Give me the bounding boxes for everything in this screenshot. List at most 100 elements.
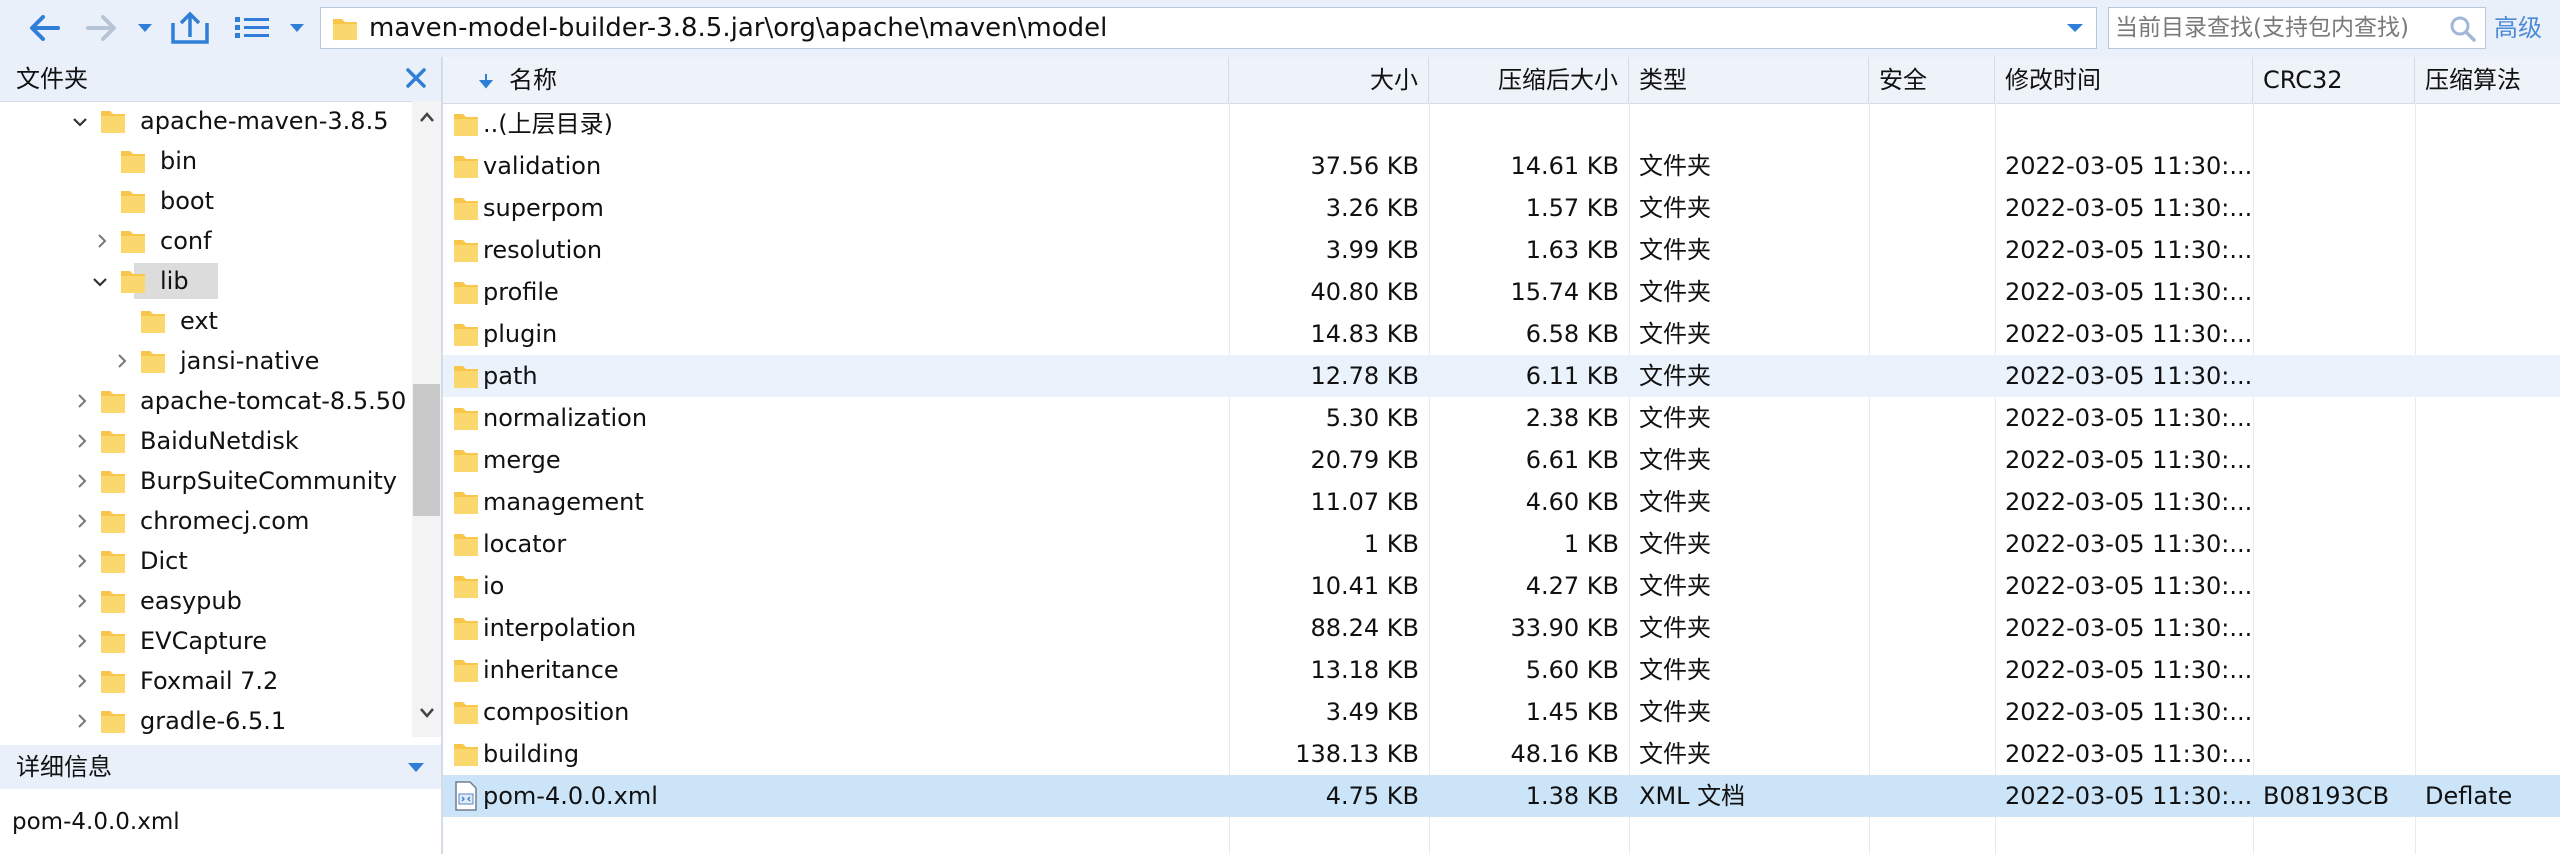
file-name-cell: superpom bbox=[443, 187, 1229, 229]
advanced-search-link[interactable]: 高级 bbox=[2494, 0, 2542, 57]
chevron-right-icon[interactable] bbox=[76, 553, 88, 573]
tree-item[interactable]: bin bbox=[0, 141, 412, 181]
tree-item[interactable]: boot bbox=[0, 181, 412, 221]
file-name-cell: interpolation bbox=[443, 607, 1229, 649]
file-row[interactable]: resolution 3.99 KB 1.63 KB 文件夹 2022-03-05 11… bbox=[443, 229, 2560, 271]
file-type: 文件夹 bbox=[1639, 488, 1711, 516]
file-name-cell: normalization bbox=[443, 397, 1229, 439]
file-row[interactable]: composition 3.49 KB 1.45 KB 文件夹 2022-03-05 1… bbox=[443, 691, 2560, 733]
file-row[interactable]: path 12.78 KB 6.11 KB 文件夹 2022-03-05 11:30:.… bbox=[443, 355, 2560, 397]
file-name: ..(上层目录) bbox=[483, 110, 613, 138]
tree-item[interactable]: conf bbox=[0, 221, 412, 261]
file-row[interactable]: merge 20.79 KB 6.61 KB 文件夹 2022-03-05 11:30:… bbox=[443, 439, 2560, 481]
chevron-right-icon[interactable] bbox=[76, 513, 88, 533]
tree-item-label: BaiduNetdisk bbox=[140, 427, 299, 455]
column-size[interactable]: 大小 bbox=[1229, 57, 1429, 103]
folder-icon bbox=[120, 227, 146, 259]
caret-down-icon[interactable] bbox=[407, 759, 425, 778]
tree-item[interactable]: gradle-6.5.1 bbox=[0, 701, 412, 737]
file-row[interactable]: validation 37.56 KB 14.61 KB 文件夹 2022-03-05 … bbox=[443, 145, 2560, 187]
file-row[interactable]: io 10.41 KB 4.27 KB 文件夹 2022-03-05 11:30:... bbox=[443, 565, 2560, 607]
column-method[interactable]: 压缩算法 bbox=[2415, 57, 2560, 103]
file-row[interactable]: interpolation 88.24 KB 33.90 KB 文件夹 2022-03-… bbox=[443, 607, 2560, 649]
tree-item[interactable]: easypub bbox=[0, 581, 412, 621]
address-bar[interactable]: maven-model-builder-3.8.5.jar\org\apache… bbox=[320, 7, 2097, 49]
close-icon[interactable] bbox=[403, 65, 429, 95]
search-input[interactable]: 当前目录查找(支持包内查找) bbox=[2115, 8, 2409, 48]
scrollbar-thumb[interactable] bbox=[413, 384, 440, 516]
chevron-down-icon[interactable] bbox=[92, 273, 108, 292]
file-size: 40.80 KB bbox=[1310, 278, 1419, 306]
detail-panel-header[interactable]: 详细信息 bbox=[0, 745, 441, 789]
chevron-right-icon[interactable] bbox=[76, 713, 88, 733]
tree-item[interactable]: chromecj.com bbox=[0, 501, 412, 541]
tree-item[interactable]: jansi-native bbox=[0, 341, 412, 381]
folder-panel-title: 文件夹 bbox=[16, 65, 88, 93]
file-row[interactable]: ..(上层目录) bbox=[443, 103, 2560, 145]
chevron-right-icon[interactable] bbox=[76, 473, 88, 493]
chevron-right-icon[interactable] bbox=[76, 593, 88, 613]
column-packed-size[interactable]: 压缩后大小 bbox=[1429, 57, 1629, 103]
back-button[interactable] bbox=[24, 8, 64, 48]
file-row[interactable]: pom-4.0.0.xml 4.75 KB 1.38 KB XML 文档 2022-03… bbox=[443, 775, 2560, 817]
folder-icon bbox=[100, 507, 126, 539]
tree-item[interactable]: Dict bbox=[0, 541, 412, 581]
column-modified[interactable]: 修改时间 bbox=[1995, 57, 2253, 103]
tree-item[interactable]: lib bbox=[0, 261, 412, 301]
upload-folder-icon bbox=[171, 11, 209, 44]
sort-down-icon bbox=[479, 74, 493, 89]
file-modified: 2022-03-05 11:30:... bbox=[2005, 194, 2253, 222]
file-type: 文件夹 bbox=[1639, 656, 1711, 684]
file-modified: 2022-03-05 11:30:... bbox=[2005, 530, 2253, 558]
tree-scrollbar[interactable] bbox=[412, 101, 441, 737]
up-level-button[interactable] bbox=[168, 8, 212, 48]
file-row[interactable]: locator 1 KB 1 KB 文件夹 2022-03-05 11:30:... bbox=[443, 523, 2560, 565]
chevron-right-icon[interactable] bbox=[76, 393, 88, 413]
search-box[interactable]: 当前目录查找(支持包内查找) bbox=[2108, 7, 2486, 49]
file-row[interactable]: normalization 5.30 KB 2.38 KB 文件夹 2022-03-05… bbox=[443, 397, 2560, 439]
file-size: 3.26 KB bbox=[1325, 194, 1419, 222]
column-name[interactable]: 名称 bbox=[443, 57, 1229, 103]
file-row[interactable]: plugin 14.83 KB 6.58 KB 文件夹 2022-03-05 11:30… bbox=[443, 313, 2560, 355]
column-crc32[interactable]: CRC32 bbox=[2253, 57, 2415, 103]
folder-icon bbox=[453, 109, 479, 145]
view-mode-button[interactable] bbox=[232, 8, 272, 48]
tree-item[interactable]: EVCapture bbox=[0, 621, 412, 661]
tree-item[interactable]: ext bbox=[0, 301, 412, 341]
file-row[interactable]: management 11.07 KB 4.60 KB 文件夹 2022-03-05 1… bbox=[443, 481, 2560, 523]
file-row[interactable]: superpom 3.26 KB 1.57 KB 文件夹 2022-03-05 11:3… bbox=[443, 187, 2560, 229]
file-row[interactable]: building 138.13 KB 48.16 KB 文件夹 2022-03-05 1… bbox=[443, 733, 2560, 775]
file-name-cell: locator bbox=[443, 523, 1229, 565]
chevron-right-icon[interactable] bbox=[116, 353, 128, 373]
file-name: pom-4.0.0.xml bbox=[483, 782, 658, 810]
file-size: 4.75 KB bbox=[1325, 782, 1419, 810]
view-mode-dropdown[interactable] bbox=[286, 8, 308, 48]
search-icon[interactable] bbox=[2449, 15, 2477, 47]
file-name-cell: path bbox=[443, 355, 1229, 397]
column-type[interactable]: 类型 bbox=[1629, 57, 1869, 103]
file-size: 20.79 KB bbox=[1310, 446, 1419, 474]
chevron-right-icon[interactable] bbox=[76, 433, 88, 453]
chevron-down-icon[interactable] bbox=[72, 113, 88, 132]
chevron-right-icon[interactable] bbox=[76, 673, 88, 693]
forward-button[interactable] bbox=[82, 8, 122, 48]
file-method bbox=[2415, 523, 2560, 565]
chevron-right-icon[interactable] bbox=[76, 633, 88, 653]
tree-item[interactable]: apache-tomcat-8.5.50 bbox=[0, 381, 412, 421]
chevron-right-icon[interactable] bbox=[96, 233, 108, 253]
history-dropdown-button[interactable] bbox=[134, 8, 156, 48]
toolbar: maven-model-builder-3.8.5.jar\org\apache… bbox=[0, 0, 2560, 58]
folder-icon bbox=[120, 187, 146, 219]
file-row[interactable]: profile 40.80 KB 15.74 KB 文件夹 2022-03-05 11:… bbox=[443, 271, 2560, 313]
file-type: 文件夹 bbox=[1639, 278, 1711, 306]
tree-item[interactable]: BurpSuiteCommunity bbox=[0, 461, 412, 501]
file-method bbox=[2415, 187, 2560, 229]
file-modified: 2022-03-05 11:30:... bbox=[2005, 404, 2253, 432]
column-security[interactable]: 安全 bbox=[1869, 57, 1995, 103]
tree-item[interactable]: apache-maven-3.8.5 bbox=[0, 101, 412, 141]
tree-item[interactable]: Foxmail 7.2 bbox=[0, 661, 412, 701]
file-packed-size: 5.60 KB bbox=[1525, 656, 1619, 684]
file-row[interactable]: inheritance 13.18 KB 5.60 KB 文件夹 2022-03-05 … bbox=[443, 649, 2560, 691]
address-dropdown-button[interactable] bbox=[2066, 8, 2084, 48]
tree-item[interactable]: BaiduNetdisk bbox=[0, 421, 412, 461]
